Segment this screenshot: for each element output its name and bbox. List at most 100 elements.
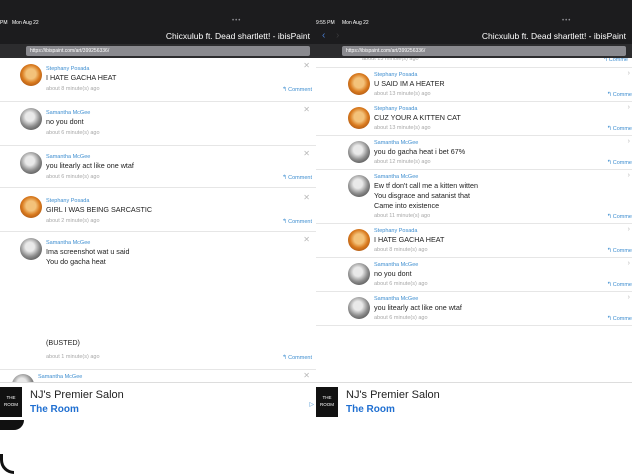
comment-timestamp: about 6 minute(s) ago — [374, 315, 428, 321]
reply-label: Comme — [612, 92, 632, 98]
comment-reply-button[interactable]: ↰Comme — [607, 91, 632, 98]
comment-row: Stephany Posada I HATE GACHA HEAT about 8 … — [0, 58, 316, 102]
comment-timestamp: about 13 minute(s) ago — [362, 58, 419, 62]
reply-label: Comme — [612, 214, 632, 220]
comment-text: You do gacha heat — [46, 257, 106, 266]
comment-reply-button[interactable]: ↰Comment — [282, 218, 312, 225]
avatar[interactable] — [12, 374, 34, 382]
comment-author[interactable]: Stephany Posada — [374, 72, 417, 78]
close-icon[interactable]: ✕ — [303, 61, 310, 70]
comment-author[interactable]: Stephany Posada — [374, 228, 417, 234]
comment-author[interactable]: Samantha McGee — [46, 240, 90, 246]
comment-text: Came into existence — [374, 201, 440, 210]
comment-timestamp: about 13 minute(s) ago — [374, 91, 431, 97]
comment-text: Ima screenshot wat u said — [46, 247, 130, 256]
comment-feed[interactable]: Stephany Posada I HATE GACHA HEAT about 8 … — [0, 58, 316, 382]
comment-author[interactable]: Stephany Posada — [46, 66, 89, 72]
chevron-right-icon[interactable]: › — [628, 226, 630, 233]
avatar[interactable] — [20, 152, 42, 174]
comment-timestamp: about 12 minute(s) ago — [374, 159, 431, 165]
reply-label: Comment — [288, 219, 312, 225]
ad-subtitle[interactable]: The Room — [346, 404, 395, 415]
comment-timestamp: about 13 minute(s) ago — [374, 125, 431, 131]
comment-reply-button[interactable]: ↰Comme — [607, 315, 632, 322]
avatar[interactable] — [348, 229, 370, 251]
back-arrow-icon[interactable]: ‹ — [322, 30, 325, 41]
close-icon[interactable]: ✕ — [303, 105, 310, 114]
reply-arrow-icon: ↰ — [606, 214, 612, 220]
multitask-dots[interactable]: ••• — [562, 18, 571, 24]
avatar[interactable] — [20, 238, 42, 260]
comment-author[interactable]: Samantha McGee — [374, 296, 418, 302]
reply-arrow-icon: ↰ — [282, 87, 288, 93]
avatar[interactable] — [20, 64, 42, 86]
comment-author[interactable]: Samantha McGee — [46, 110, 90, 116]
reply-label: Comme — [612, 248, 632, 254]
avatar[interactable] — [348, 107, 370, 129]
comment-reply-button[interactable]: ↰Comment — [282, 174, 312, 181]
comment-text: U SAID IM A HEATER — [374, 79, 445, 88]
comment-row: about 13 minute(s) ago ↰Comme — [316, 58, 632, 68]
reply-label: Comme — [612, 126, 632, 132]
close-icon[interactable]: ✕ — [303, 149, 310, 158]
multitask-dots[interactable]: ••• — [232, 18, 241, 24]
comment-reply-button[interactable]: ↰Comme — [603, 58, 628, 63]
right-screenshot: 9:55 PM Mon Aug 22 ••• ‹ › Chicxulub ft.… — [316, 0, 632, 420]
comment-row: Samantha McGee Ew tf don't call me a kitt… — [316, 170, 632, 224]
comment-author[interactable]: Samantha McGee — [374, 262, 418, 268]
reply-arrow-icon: ↰ — [282, 355, 288, 361]
comment-feed[interactable]: about 13 minute(s) ago ↰Comme Stephany Pos… — [316, 58, 632, 382]
url-bar: https://ibispaint.com/art/399256336/ — [316, 44, 632, 58]
chevron-right-icon[interactable]: › — [628, 172, 630, 179]
comment-reply-button[interactable]: ↰Comme — [607, 159, 632, 166]
close-icon[interactable]: ✕ — [303, 371, 310, 380]
url-field[interactable]: https://ibispaint.com/art/399256336/ — [342, 46, 626, 56]
ad-title[interactable]: NJ's Premier Salon — [30, 389, 124, 401]
chevron-right-icon[interactable]: › — [628, 70, 630, 77]
reply-label: Comment — [288, 87, 312, 93]
comment-reply-button[interactable]: ↰Comme — [607, 213, 632, 220]
avatar[interactable] — [348, 175, 370, 197]
status-date: Mon Aug 22 — [12, 20, 39, 26]
avatar[interactable] — [20, 196, 42, 218]
comment-author[interactable]: Samantha McGee — [374, 174, 418, 180]
chevron-right-icon[interactable]: › — [628, 104, 630, 111]
chevron-right-icon[interactable]: › — [628, 138, 630, 145]
comment-reply-button[interactable]: ↰Comment — [282, 86, 312, 93]
comment-reply-button[interactable]: ↰Comme — [607, 125, 632, 132]
comment-author[interactable]: Stephany Posada — [374, 106, 417, 112]
ad-title[interactable]: NJ's Premier Salon — [346, 389, 440, 401]
reply-label: Comment — [288, 175, 312, 181]
comment-timestamp: about 2 minute(s) ago — [46, 218, 100, 224]
chevron-right-icon[interactable]: › — [628, 294, 630, 301]
comment-text: you litearly act like one wtaf — [374, 303, 462, 312]
ad-choices-icon[interactable]: ▷ — [309, 401, 314, 408]
ad-banner[interactable]: THE ROOM NJ's Premier Salon The Room — [316, 382, 632, 420]
avatar[interactable] — [20, 108, 42, 130]
status-date: Mon Aug 22 — [342, 20, 369, 26]
avatar[interactable] — [348, 263, 370, 285]
close-icon[interactable]: ✕ — [303, 193, 310, 202]
reply-label: Comment — [288, 355, 312, 361]
comment-row: Samantha McGee you litearly act like one … — [316, 292, 632, 326]
reply-arrow-icon: ↰ — [282, 219, 288, 225]
forward-arrow-icon[interactable]: › — [336, 30, 339, 41]
comment-author[interactable]: Samantha McGee — [46, 154, 90, 160]
chevron-right-icon[interactable]: › — [628, 260, 630, 267]
url-field[interactable]: https://ibispaint.com/art/399256336/ — [26, 46, 310, 56]
avatar[interactable] — [348, 141, 370, 163]
comment-text: you litearly act like one wtaf — [46, 161, 134, 170]
ad-banner[interactable]: THE ROOM NJ's Premier Salon The Room ▷ — [0, 382, 316, 420]
close-icon[interactable]: ✕ — [303, 235, 310, 244]
comment-author[interactable]: Samantha McGee — [374, 140, 418, 146]
comment-author[interactable]: Samantha McGee — [38, 374, 82, 380]
comment-timestamp: about 8 minute(s) ago — [46, 86, 100, 92]
ad-subtitle[interactable]: The Room — [30, 404, 79, 415]
comment-reply-button[interactable]: ↰Comment — [282, 354, 312, 361]
comment-reply-button[interactable]: ↰Comme — [607, 281, 632, 288]
comment-author[interactable]: Stephany Posada — [46, 198, 89, 204]
comment-text: you do gacha heat i bet 67% — [374, 147, 466, 156]
avatar[interactable] — [348, 297, 370, 319]
comment-reply-button[interactable]: ↰Comme — [607, 247, 632, 254]
avatar[interactable] — [348, 73, 370, 95]
